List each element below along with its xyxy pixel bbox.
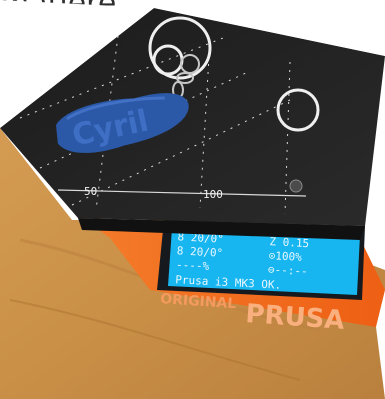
lcd-row3-right: ⊖--:-- — [268, 263, 308, 278]
axis-label-100: 100 — [203, 188, 223, 201]
printer-photo-svg: ORIGINAL PRUSA 8 20/0° Z 0.15 8 20/0° ⊙1… — [0, 0, 385, 399]
axis-label-50: 50 — [84, 185, 97, 198]
lcd-row2-left: 8 20/0° — [176, 244, 223, 259]
bed-screw — [289, 179, 303, 193]
printer-photo: ORIGINAL PRUSA 8 20/0° Z 0.15 8 20/0° ⊙1… — [0, 0, 385, 399]
lcd-row2-right: ⊙100% — [268, 249, 302, 264]
lcd-row3-left: ----% — [176, 258, 210, 273]
